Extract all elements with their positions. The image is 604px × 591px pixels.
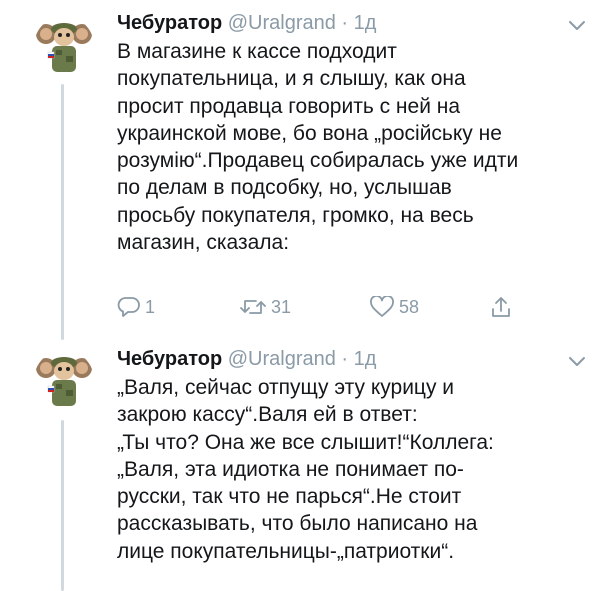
- tweet-text-line: покупательница, и я слышу, как она: [117, 67, 466, 91]
- timestamp[interactable]: 1д: [354, 348, 377, 370]
- tweet-header: Чебуратор @Uralgrand · 1д: [117, 10, 376, 36]
- tweet-header: Чебуратор @Uralgrand · 1д: [117, 346, 376, 372]
- like-count: 58: [399, 296, 420, 317]
- chevron-down-icon[interactable]: [566, 14, 588, 36]
- tweet-text-line: „Валя, сейчас отпущу эту курицу и: [117, 376, 455, 399]
- like-icon: [370, 296, 394, 317]
- author-handle[interactable]: @Uralgrand: [228, 348, 336, 370]
- tweet-text: В магазине к кассе подходит покупательни…: [117, 38, 587, 256]
- timestamp[interactable]: 1д: [354, 12, 377, 34]
- tweet-text-line: просит продавца говорить с ней на: [117, 94, 461, 118]
- retweet-icon: [240, 300, 266, 314]
- tweet-text-line: просьбу покупателя, громко, на весь: [117, 203, 474, 227]
- tweet-text-line: закрою кассу“.Валя ей в ответ:: [117, 403, 418, 427]
- share-icon: [492, 297, 510, 317]
- retweet-button[interactable]: 31: [239, 292, 291, 322]
- tweet-text-line: розумію“.Продавец собиралась уже идти: [117, 149, 519, 173]
- author-name[interactable]: Чебуратор: [117, 12, 222, 34]
- tweet[interactable]: Чебуратор @Uralgrand · 1д „Валя, сейчас …: [0, 340, 604, 591]
- tweet-text-line: русски, так что не парься“.Не стоит: [117, 485, 462, 509]
- cheburashka-avatar-icon: [34, 16, 94, 76]
- thread-line: [61, 84, 64, 340]
- share-button[interactable]: [489, 292, 513, 322]
- like-button[interactable]: 58: [369, 292, 419, 322]
- avatar[interactable]: [34, 16, 94, 76]
- tweet-text-line: по делам в подсобку, но, услышав: [117, 176, 452, 200]
- retweet-count: 31: [271, 296, 292, 317]
- thread-line: [61, 420, 64, 591]
- separator: ·: [341, 12, 349, 34]
- separator: ·: [341, 348, 349, 370]
- tweet-text-line: украинской мове, бо вона „російську не: [117, 121, 502, 145]
- author-name[interactable]: Чебуратор: [117, 348, 222, 370]
- tweet-text-line: рассказывать, что было написано на: [117, 512, 478, 536]
- tweet-text-line: лице покупательницы-„патриотки“.: [117, 539, 455, 563]
- tweet[interactable]: Чебуратор @Uralgrand · 1д В магазине к к…: [0, 0, 604, 340]
- author-handle[interactable]: @Uralgrand: [228, 12, 336, 34]
- tweet-text: „Валя, сейчас отпущу эту курицу и закрою…: [117, 374, 587, 565]
- tweet-thread: Чебуратор @Uralgrand · 1д В магазине к к…: [0, 0, 604, 591]
- reply-count: 1: [145, 296, 156, 317]
- avatar[interactable]: [34, 350, 94, 410]
- reply-button[interactable]: 1: [117, 292, 155, 322]
- chevron-down-icon[interactable]: [566, 350, 588, 372]
- tweet-text-line: магазин, сказала:: [117, 231, 290, 255]
- tweet-actions: 1 31 58: [117, 292, 537, 322]
- cheburashka-avatar-icon: [34, 350, 94, 410]
- tweet-text-line: „Валя, эта идиотка не понимает по-: [117, 457, 464, 481]
- tweet-text-line: В магазине к кассе подходит: [117, 40, 397, 63]
- reply-icon: [117, 297, 140, 317]
- tweet-text-line: „Ты что? Она же все слышит!“Коллега:: [117, 430, 494, 454]
